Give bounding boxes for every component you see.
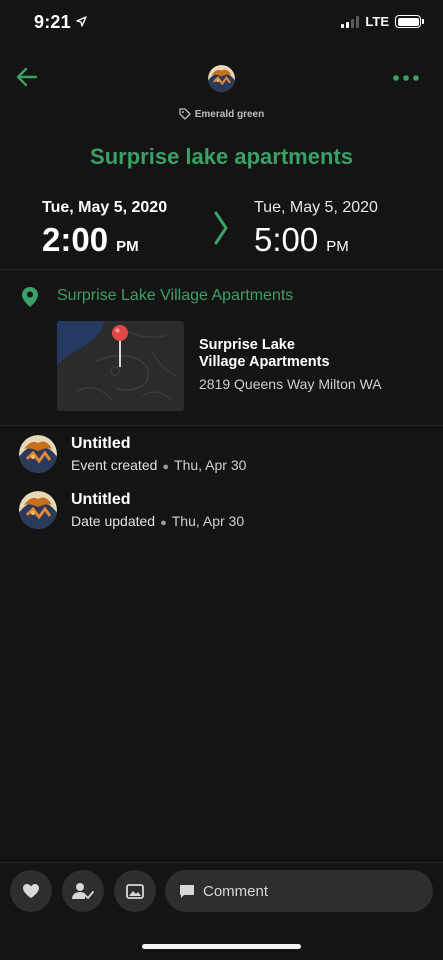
comment-placeholder: Comment (203, 882, 269, 900)
activity-meta: Date updated ● Thu, Apr 30 (71, 513, 245, 529)
map-pin-icon (21, 286, 39, 313)
start-time-block[interactable]: Tue, May 5, 2020 2:00 PM (42, 199, 167, 259)
end-date: Tue, May 5, 2020 (254, 199, 378, 216)
activity-item: Untitled Date updated ● Thu, Apr 30 (19, 491, 244, 529)
rsvp-button[interactable] (62, 870, 104, 912)
event-title[interactable]: Surprise lake apartments (0, 144, 443, 170)
end-time: 5:00 (254, 221, 319, 258)
image-icon (126, 883, 144, 899)
activity-item: Untitled Event created ● Thu, Apr 30 (19, 435, 246, 473)
calendar-name: Emerald green (194, 108, 265, 120)
chevron-right-icon (213, 210, 229, 251)
activity-title: Untitled (71, 435, 131, 452)
battery-icon (395, 15, 424, 28)
event-detail-screen: 9:21 LTE Emerald green Surprise lake apa… (0, 0, 443, 960)
divider (0, 862, 443, 863)
network-label: LTE (365, 14, 389, 29)
heart-icon (23, 884, 39, 898)
start-time: 2:00 (42, 221, 109, 258)
status-indicators: LTE (341, 14, 424, 29)
comment-icon (180, 884, 194, 898)
map-address: 2819 Queens Way Milton WA (199, 376, 382, 392)
divider (0, 425, 443, 426)
like-button[interactable] (10, 870, 52, 912)
tag-icon (179, 108, 191, 120)
person-check-icon (72, 883, 94, 899)
add-photo-button[interactable] (114, 870, 156, 912)
home-indicator[interactable] (142, 944, 301, 949)
calendar-tag[interactable]: Emerald green (0, 108, 443, 120)
map-place-title: Surprise Lake Village Apartments (199, 337, 330, 370)
avatar (19, 491, 57, 529)
back-button[interactable] (14, 64, 40, 90)
activity-meta: Event created ● Thu, Apr 30 (71, 457, 247, 473)
start-ampm: PM (116, 238, 139, 255)
end-ampm: PM (326, 238, 349, 255)
divider (0, 269, 443, 270)
more-icon (393, 75, 419, 81)
end-time-block[interactable]: Tue, May 5, 2020 5:00 PM (254, 199, 378, 259)
signal-icon (341, 15, 360, 28)
arrow-left-icon (16, 67, 38, 87)
location-name[interactable]: Surprise Lake Village Apartments (57, 287, 293, 305)
start-date: Tue, May 5, 2020 (42, 199, 168, 216)
comment-input[interactable]: Comment (165, 870, 433, 912)
map-thumbnail[interactable] (57, 321, 184, 411)
status-time: 9:21 (34, 12, 71, 32)
avatar[interactable] (208, 65, 235, 92)
more-options-button[interactable] (391, 66, 421, 90)
activity-title: Untitled (71, 491, 131, 508)
avatar (19, 435, 57, 473)
location-arrow-icon (76, 14, 87, 32)
